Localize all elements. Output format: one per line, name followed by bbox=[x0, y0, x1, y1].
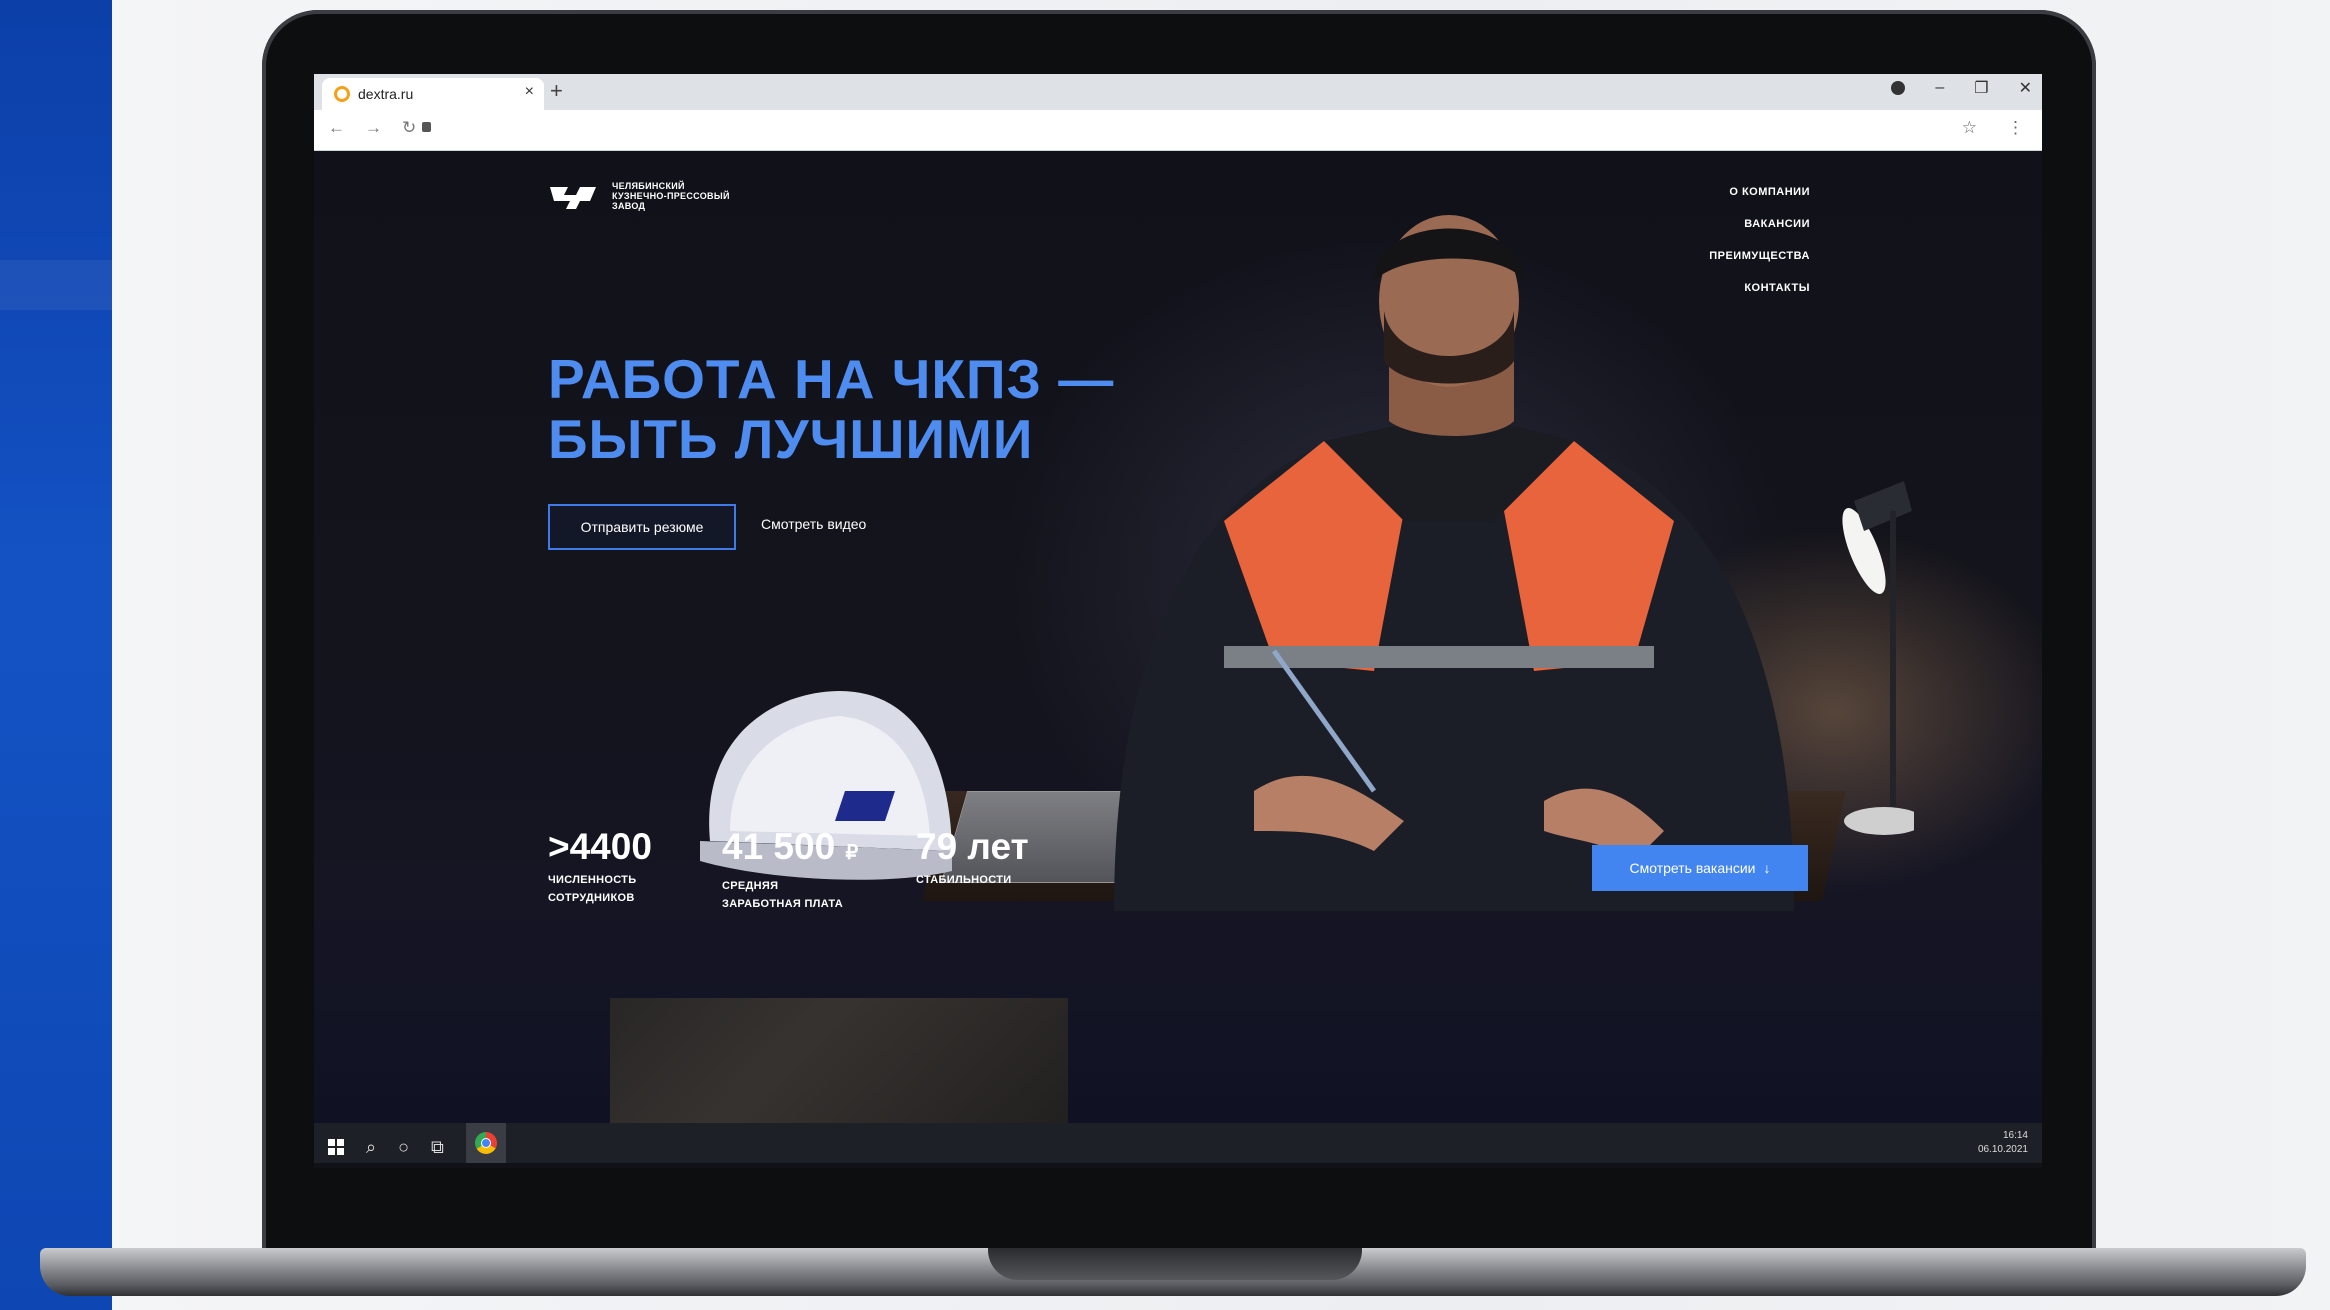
stat-years: 79 лет СТАБИЛЬНОСТИ bbox=[916, 827, 1029, 889]
clock-time: 16:14 bbox=[2002, 1130, 2028, 1141]
system-clock[interactable]: 16:14 06.10.2021 bbox=[1978, 1129, 2028, 1157]
worker-photo bbox=[1114, 215, 1794, 911]
logo-line-2: КУЗНЕЧНО-ПРЕССОВЫЙ bbox=[612, 191, 730, 201]
headline-line-2: БЫТЬ ЛУЧШИМИ bbox=[548, 408, 1034, 470]
hero-headline: РАБОТА НА ЧКПЗ — БЫТЬ ЛУЧШИМИ bbox=[548, 349, 1114, 469]
arrow-down-icon: ↓ bbox=[1763, 860, 1771, 876]
laptop-notch bbox=[988, 1248, 1362, 1280]
close-window-button[interactable]: ✕ bbox=[2019, 78, 2032, 98]
stat-value: >4400 bbox=[548, 826, 652, 867]
view-vacancies-button[interactable]: Смотреть вакансии ↓ bbox=[1592, 845, 1808, 891]
hero-section: ЧЕЛЯБИНСКИЙ КУЗНЕЧНО-ПРЕССОВЫЙ ЗАВОД О К… bbox=[314, 151, 2042, 1123]
window-controls: – ❐ ✕ bbox=[1891, 78, 2032, 98]
minimize-button[interactable]: – bbox=[1935, 79, 1944, 97]
background-photo-fragment bbox=[610, 998, 1068, 1123]
tab-title: dextra.ru bbox=[358, 86, 414, 102]
bookmark-star-icon[interactable]: ☆ bbox=[1962, 118, 1977, 138]
stat-employees: >4400 ЧИСЛЕННОСТЬ СОТРУДНИКОВ bbox=[548, 827, 652, 907]
windows-start-icon[interactable] bbox=[328, 1139, 344, 1155]
browser-tab-bar: dextra.ru × + – ❐ ✕ bbox=[314, 74, 2042, 110]
headline-line-1: РАБОТА НА ЧКПЗ — bbox=[548, 348, 1115, 410]
send-resume-button[interactable]: Отправить резюме bbox=[548, 504, 736, 550]
cortana-icon[interactable]: ○ bbox=[398, 1137, 409, 1158]
ruble-sign: ₽ bbox=[845, 842, 859, 864]
view-vacancies-label: Смотреть вакансии bbox=[1629, 860, 1756, 876]
stat-label-line-1: СТАБИЛЬНОСТИ bbox=[916, 874, 1012, 886]
clock-date: 06.10.2021 bbox=[1977, 1144, 2028, 1155]
nav-item-advantages[interactable]: ПРЕИМУЩЕСТВА bbox=[1709, 250, 1810, 262]
stat-value: 79 лет bbox=[916, 826, 1029, 867]
watch-video-link[interactable]: Смотреть видео bbox=[761, 516, 866, 532]
logo-line-3: ЗАВОД bbox=[612, 201, 646, 211]
task-view-icon[interactable]: ⧉ bbox=[431, 1137, 444, 1158]
stat-salary: 41 500 ₽ СРЕДНЯЯ ЗАРАБОТНАЯ ПЛАТА bbox=[722, 827, 858, 913]
stat-label-line-1: ЧИСЛЕННОСТЬ bbox=[548, 874, 637, 886]
site-nav: О КОМПАНИИ ВАКАНСИИ ПРЕИМУЩЕСТВА КОНТАКТ… bbox=[1709, 186, 1810, 294]
background-blue-panel bbox=[0, 0, 112, 1310]
site-logo[interactable]: ЧЕЛЯБИНСКИЙ КУЗНЕЧНО-ПРЕССОВЫЙ ЗАВОД bbox=[546, 179, 730, 213]
chkpz-logo-icon bbox=[550, 187, 596, 209]
laptop-screen: dextra.ru × + – ❐ ✕ ← → ↻ ☆ ⋮ ЧЕЛЯБИНСКИ… bbox=[314, 74, 2042, 1168]
nav-item-vacancies[interactable]: ВАКАНСИИ bbox=[1744, 218, 1810, 230]
chrome-icon bbox=[474, 1132, 497, 1154]
search-icon[interactable]: ⌕ bbox=[366, 1137, 376, 1158]
new-tab-button[interactable]: + bbox=[550, 78, 563, 104]
nav-item-contacts[interactable]: КОНТАКТЫ bbox=[1744, 282, 1810, 294]
tab-close-icon[interactable]: × bbox=[525, 83, 534, 101]
reload-icon[interactable]: ↻ bbox=[402, 118, 416, 138]
stat-label-line-1: СРЕДНЯЯ bbox=[722, 880, 779, 892]
address-bar: ← → ↻ ☆ ⋮ bbox=[314, 110, 2042, 151]
windows-taskbar: ⌕ ○ ⧉ 16:14 06.10.2021 bbox=[314, 1123, 2042, 1163]
browser-tab[interactable]: dextra.ru × bbox=[322, 78, 544, 110]
chrome-taskbar-button[interactable] bbox=[465, 1123, 506, 1163]
profile-icon[interactable] bbox=[1891, 81, 1906, 95]
logo-line-1: ЧЕЛЯБИНСКИЙ bbox=[612, 181, 685, 191]
nav-item-about[interactable]: О КОМПАНИИ bbox=[1729, 186, 1810, 198]
stat-label-line-2: ЗАРАБОТНАЯ ПЛАТА bbox=[722, 898, 843, 910]
stat-value: 41 500 bbox=[722, 826, 836, 867]
favicon-icon bbox=[334, 86, 350, 102]
maximize-button[interactable]: ❐ bbox=[1974, 78, 1988, 98]
back-icon[interactable]: ← bbox=[328, 118, 345, 138]
forward-icon[interactable]: → bbox=[365, 118, 382, 138]
stat-label-line-2: СОТРУДНИКОВ bbox=[548, 892, 635, 904]
lock-icon bbox=[422, 122, 431, 132]
menu-icon[interactable]: ⋮ bbox=[2007, 118, 2024, 138]
